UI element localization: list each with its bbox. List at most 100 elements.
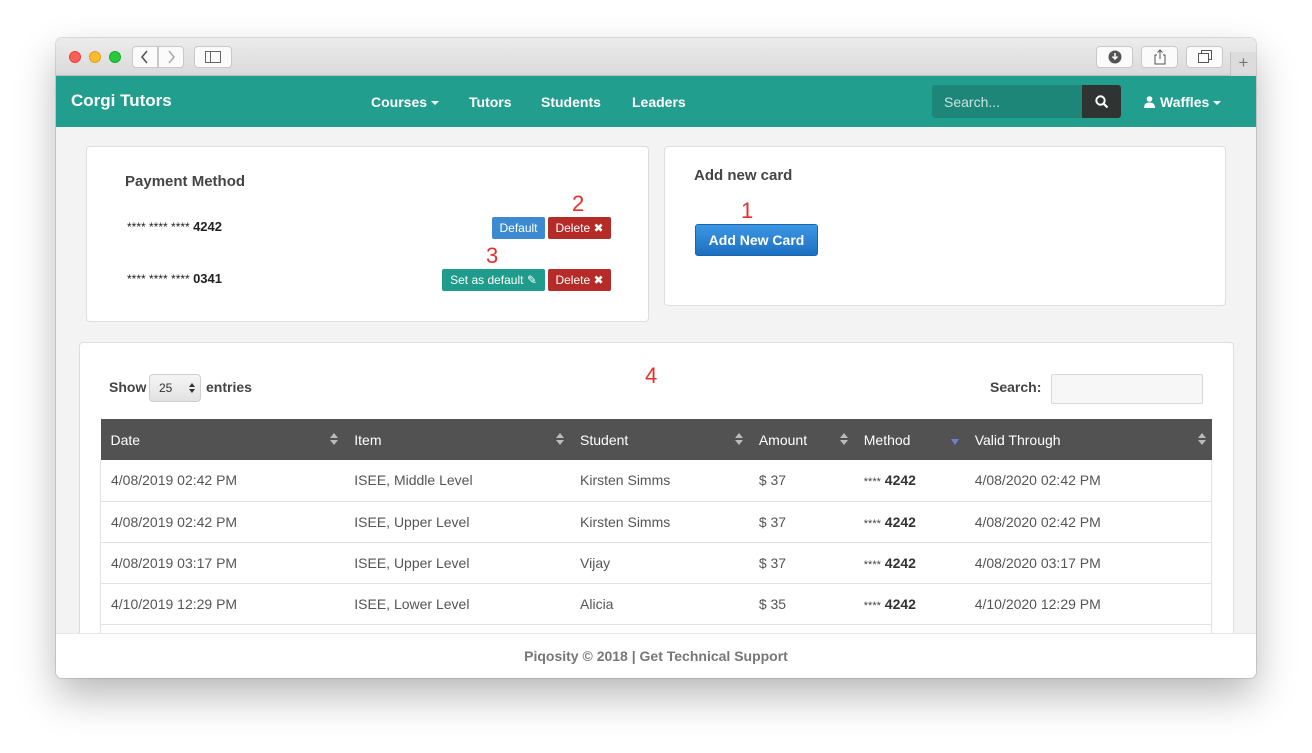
set-default-label: Set as default: [450, 273, 524, 287]
delete-label: Delete: [555, 273, 591, 287]
method-stars: ****: [863, 599, 881, 612]
cell-item: ISEE, Upper Level: [344, 501, 571, 543]
cell-amount: $ 37: [748, 501, 854, 543]
cell-item: ISEE, Lower Level: [344, 583, 571, 625]
col-method-label: Method: [863, 431, 911, 448]
user-name: Waffles: [1160, 94, 1210, 110]
page-footer[interactable]: Piqosity © 2018 | Get Technical Support: [56, 633, 1256, 678]
sort-icon: [330, 433, 339, 447]
share-icon: [1154, 49, 1165, 65]
browser-toolbar: +: [56, 38, 1256, 76]
entries-label: entries: [206, 379, 252, 395]
back-button[interactable]: [132, 46, 158, 68]
cell-amount: $ 37: [748, 542, 854, 584]
sort-icon: [1197, 433, 1206, 447]
cell-method: **** 4242: [853, 460, 965, 502]
col-date[interactable]: Date: [100, 419, 345, 460]
col-method[interactable]: Method: [853, 419, 965, 460]
page-size-select[interactable]: 25: [149, 374, 201, 402]
brand-logo[interactable]: Corgi Tutors: [71, 91, 172, 111]
cell-method: **** 4242: [853, 501, 965, 543]
annotation-4: 4: [645, 363, 658, 388]
share-button[interactable]: [1141, 46, 1178, 68]
close-window-button[interactable]: [69, 51, 81, 63]
col-amount-label: Amount: [758, 431, 808, 448]
cell-valid-through: 4/08/2020 02:42 PM: [964, 501, 1212, 543]
sort-icon: [734, 433, 743, 447]
annotation-2: 2: [572, 191, 585, 216]
page-size-value: 25: [159, 381, 173, 395]
new-tab-button[interactable]: +: [1230, 52, 1256, 76]
cell-item: ISEE, Middle Level: [344, 460, 571, 502]
method-last4: 4242: [884, 595, 916, 612]
cell-amount: $ 35: [748, 583, 854, 625]
annotation-3: 3: [486, 243, 499, 268]
method-last4: 4242: [884, 472, 916, 489]
method-last4: 4242: [884, 554, 916, 571]
cell-student: Kirsten Simms: [570, 501, 749, 543]
sort-desc-icon: [950, 439, 959, 445]
card-number-4242: **** **** **** 4242: [127, 219, 222, 234]
chevron-right-icon: [168, 50, 176, 64]
col-student[interactable]: Student: [570, 419, 749, 460]
sidebar-icon: [205, 51, 221, 63]
sidebar-toggle-button[interactable]: [194, 46, 232, 68]
payment-method-title: Payment Method: [125, 173, 246, 190]
col-date-label: Date: [110, 431, 141, 448]
site-navbar: Corgi Tutors Courses Tutors Students Lea…: [56, 76, 1256, 127]
tabs-overview-button[interactable]: [1186, 46, 1223, 68]
cell-method: **** 4242: [853, 583, 965, 625]
times-icon: ✖: [593, 221, 604, 235]
table-row: 4/08/2019 03:17 PM ISEE, Upper Level Vij…: [100, 542, 1212, 584]
card-number-0341: **** **** **** 0341: [127, 271, 222, 286]
caret-down-icon: [431, 101, 440, 106]
cell-item: ISEE, Upper Level: [344, 542, 571, 584]
delete-card-0341-button[interactable]: Delete ✖: [548, 269, 611, 291]
cell-amount: $ 37: [748, 460, 854, 502]
search-icon: [1095, 95, 1109, 109]
nav-students[interactable]: Students: [541, 94, 601, 110]
nav-leaders[interactable]: Leaders: [632, 94, 686, 110]
card-masked-digits: **** **** ****: [127, 272, 190, 286]
user-icon: [1144, 96, 1155, 108]
cell-student: Alicia: [570, 583, 749, 625]
zoom-window-button[interactable]: [109, 51, 121, 63]
cell-valid-through: 4/08/2020 02:42 PM: [964, 460, 1212, 502]
table-search-input[interactable]: [1051, 374, 1203, 404]
delete-card-4242-button[interactable]: Delete ✖: [548, 217, 611, 239]
col-amount[interactable]: Amount: [748, 419, 854, 460]
add-new-card-button[interactable]: Add New Card: [695, 224, 818, 256]
nav-search-button[interactable]: [1082, 85, 1121, 118]
download-icon: [1108, 50, 1121, 64]
cell-empty: [853, 624, 965, 633]
default-badge[interactable]: Default: [492, 217, 545, 239]
cell-student: Vijay: [570, 542, 749, 584]
cell-date: 4/08/2019 02:42 PM: [100, 460, 345, 502]
minimize-window-button[interactable]: [89, 51, 101, 63]
table-row: 4/10/2019 12:29 PM ISEE, Lower Level Ali…: [100, 583, 1212, 625]
add-card-panel: Add new card 1 Add New Card: [664, 146, 1226, 306]
card-last4: 4242: [193, 219, 222, 234]
cell-method: **** 4242: [853, 542, 965, 584]
show-label: Show: [109, 379, 147, 395]
pencil-icon: ✎: [526, 273, 537, 287]
chevron-left-icon: [140, 50, 148, 64]
delete-label: Delete: [555, 221, 591, 235]
updown-arrows-icon: [189, 383, 195, 393]
nav-courses[interactable]: Courses: [371, 94, 440, 110]
user-menu[interactable]: Waffles: [1144, 94, 1222, 110]
col-item[interactable]: Item: [344, 419, 571, 460]
sort-icon: [556, 433, 565, 447]
cell-student: Kirsten Simms: [570, 460, 749, 502]
set-default-button[interactable]: Set as default ✎: [442, 269, 545, 291]
transactions-table: Date Item Student Amount Method Valid Th…: [100, 419, 1212, 633]
col-valid-through[interactable]: Valid Through: [964, 419, 1212, 460]
nav-tutors[interactable]: Tutors: [469, 94, 512, 110]
method-last4: 4242: [884, 513, 916, 530]
sort-icon: [839, 433, 848, 447]
nav-search-input[interactable]: [932, 85, 1082, 118]
forward-button[interactable]: [158, 46, 184, 68]
table-header-row: Date Item Student Amount Method Valid Th…: [100, 419, 1212, 460]
annotation-1: 1: [741, 198, 754, 223]
downloads-button[interactable]: [1096, 46, 1133, 68]
